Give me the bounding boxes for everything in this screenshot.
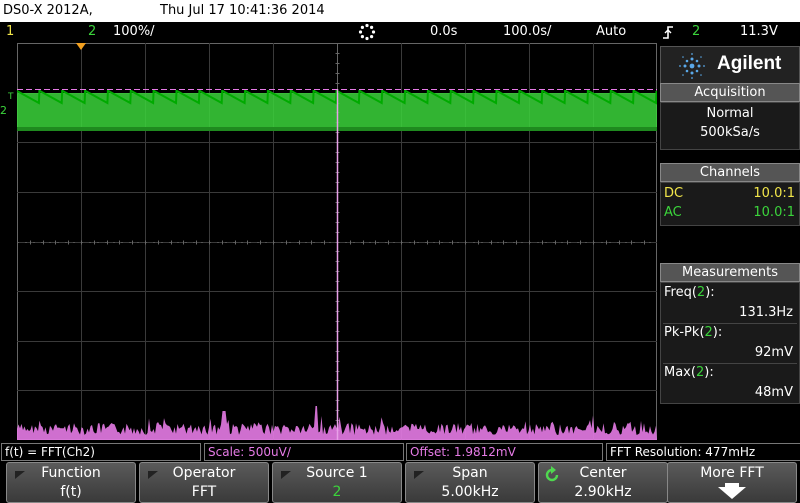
brand-header: Agilent [660,46,800,84]
trigger-source[interactable]: 2 [692,24,700,39]
divider [663,323,797,324]
measurements-panel: Freq(2): 131.3Hz Pk-Pk(2): 92mV Max(2): … [660,282,800,404]
trigger-edge-icon [662,25,674,44]
channel-2-marker[interactable]: 2 [0,104,7,117]
ch2-coupling: AC [664,205,682,220]
channels-panel: DC 10.0:1 AC 10.0:1 [660,182,800,226]
agilent-spark-logo [677,51,707,85]
side-panel: Agilent Acquisition Normal 500kSa/s Chan… [660,43,800,440]
softkey-bar: Function f(t) Operator FFT Source 1 2 Sp… [0,462,800,503]
model-label: DS0-X 2012A, [3,3,93,18]
math-function-info: f(t) = FFT(Ch2) [1,443,201,461]
acquisition-status-icon [358,23,376,45]
more-fft-softkey[interactable]: More FFT [667,462,797,503]
softkey-label: Operator [172,465,236,481]
channels-header[interactable]: Channels [660,163,800,182]
center-softkey[interactable]: Center 2.90kHz [538,462,668,503]
datetime-label: Thu Jul 17 10:41:36 2014 [160,3,325,18]
softkey-label: Span [452,465,488,481]
math-offset-info[interactable]: Offset: 1.9812mV [406,443,603,461]
softkey-label: Function [41,465,101,481]
measurement-freq-label: Freq(2): [664,285,715,300]
brand-name: Agilent [717,53,782,74]
measurement-pkpk-value: 92mV [754,345,793,360]
ch1-indicator[interactable]: 1 [6,24,14,39]
span-softkey[interactable]: Span 5.00kHz [405,462,535,503]
acquisition-mode: Normal [706,106,754,121]
graticule [17,43,657,440]
ch1-probe: 10.0:1 [753,186,795,201]
softkey-value: 5.00kHz [441,484,499,500]
softkey-label: More FFT [700,465,764,481]
ch1-coupling: DC [664,186,684,201]
source-softkey[interactable]: Source 1 2 [272,462,402,503]
softkey-value: FFT [191,484,217,500]
time-scale[interactable]: 100.0s/ [503,24,551,39]
softkey-value: 2.90kHz [574,484,632,500]
softkey-label: Source 1 [306,465,368,481]
trigger-position-marker[interactable] [76,43,86,50]
divider [663,363,797,364]
measurement-max-label: Max(2): [664,365,714,380]
math-scale-info[interactable]: Scale: 500uV/ [204,443,404,461]
softkey-value: f(t) [60,484,82,500]
operator-softkey[interactable]: Operator FFT [139,462,269,503]
function-softkey[interactable]: Function f(t) [6,462,136,503]
measurement-pkpk-label: Pk-Pk(2): [664,325,723,340]
measurement-freq-value: 131.3Hz [739,305,793,320]
measurements-header[interactable]: Measurements [660,263,800,282]
title-bar: DS0-X 2012A, Thu Jul 17 10:41:36 2014 [0,0,800,22]
horizontal-delay[interactable]: 0.0s [430,24,457,39]
sample-rate: 500kSa/s [700,125,760,140]
ch2-scale[interactable]: 100%/ [113,24,155,39]
ch2-indicator[interactable]: 2 [88,24,96,39]
fft-resolution-info: FFT Resolution: 477mHz [606,443,800,461]
math-info-bar: f(t) = FFT(Ch2) Scale: 500uV/ Offset: 1.… [0,443,800,461]
softkey-value: 2 [332,484,342,500]
trigger-level-marker[interactable]: T [8,92,14,102]
trigger-mode[interactable]: Auto [596,24,626,39]
ch2-probe: 10.0:1 [753,205,795,220]
waveform-display[interactable] [17,43,657,440]
down-arrow-stem [725,483,739,488]
measurement-max-value: 48mV [754,385,793,400]
acquisition-panel: Normal 500kSa/s [660,102,800,150]
trigger-level[interactable]: 11.3V [740,24,778,39]
softkey-label: Center [579,465,627,481]
down-arrow-icon [718,487,746,499]
status-bar: 1 2 100%/ 0.0s 100.0s/ Auto 2 11.3V [0,22,800,43]
acquisition-header[interactable]: Acquisition [660,83,800,102]
